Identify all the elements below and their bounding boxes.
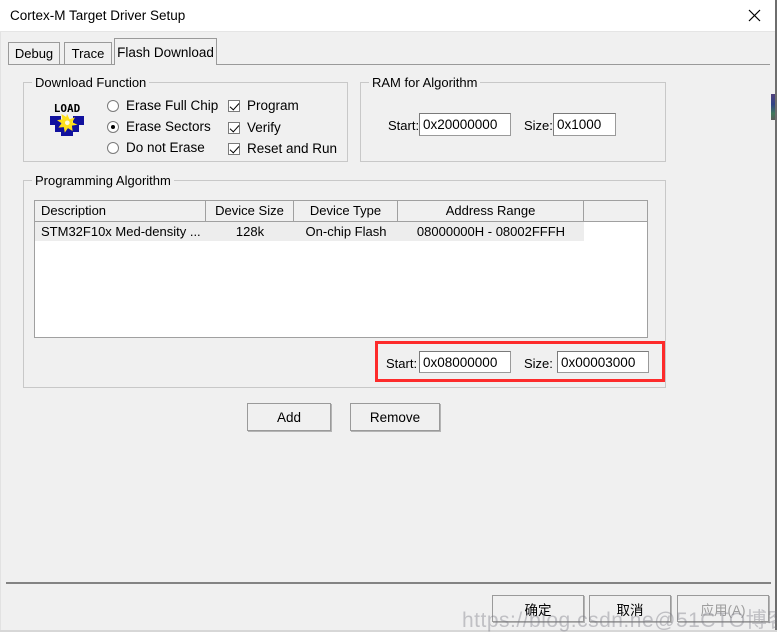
column-header-description[interactable]: Description — [35, 201, 206, 221]
cell-description: STM32F10x Med-density ... — [41, 224, 201, 239]
cancel-button-label: 取消 — [616, 602, 644, 618]
remove-button[interactable]: Remove — [350, 403, 440, 431]
column-header-device-type[interactable]: Device Type — [294, 201, 398, 221]
tab-debug-label: Debug — [14, 46, 54, 61]
download-function-title: Download Function — [32, 75, 150, 90]
add-button[interactable]: Add — [247, 403, 331, 431]
ram-size-label: Size: — [524, 118, 553, 133]
ram-for-algorithm-title: RAM for Algorithm — [369, 75, 481, 90]
checkbox-program-indicator[interactable] — [228, 99, 240, 112]
checkbox-verify[interactable]: Verify — [228, 120, 281, 135]
apply-button-label: 应用(A) — [700, 602, 746, 618]
flash-start-label: Start: — [386, 356, 418, 371]
apply-button: 应用(A) — [677, 595, 769, 622]
title-bar: Cortex-M Target Driver Setup — [0, 0, 777, 32]
window-edge-artifact — [771, 94, 775, 120]
cell-address-range: 08000000H - 08002FFFH — [416, 224, 566, 239]
radio-erase-sectors-indicator[interactable] — [107, 120, 119, 133]
radio-do-not-erase-label: Do not Erase — [126, 140, 205, 155]
radio-do-not-erase[interactable]: Do not Erase — [107, 140, 205, 155]
cancel-button[interactable]: 取消 — [589, 595, 671, 622]
checkbox-reset-and-run[interactable]: Reset and Run — [228, 141, 337, 156]
cell-device-size: 128k — [235, 224, 265, 239]
checkbox-reset-and-run-label: Reset and Run — [247, 141, 338, 156]
radio-erase-sectors[interactable]: Erase Sectors — [107, 119, 211, 134]
column-header-spacer[interactable] — [584, 201, 647, 221]
ok-button-label: 确定 — [524, 602, 552, 618]
flash-start-input[interactable] — [419, 351, 511, 373]
checkbox-verify-indicator[interactable] — [228, 121, 240, 134]
cell-spacer — [584, 222, 647, 241]
flash-size-label: Size: — [524, 356, 553, 371]
window-title: Cortex-M Target Driver Setup — [10, 8, 186, 23]
radio-do-not-erase-indicator[interactable] — [107, 141, 119, 154]
radio-erase-full-chip[interactable]: Erase Full Chip — [107, 98, 218, 113]
close-icon[interactable] — [731, 0, 777, 31]
load-icon: LOAD — [48, 98, 86, 138]
ram-size-input[interactable] — [553, 113, 616, 136]
flash-size-input[interactable] — [557, 351, 649, 373]
footer-separator — [6, 582, 771, 584]
tab-trace[interactable]: Trace — [64, 42, 112, 64]
tab-trace-label: Trace — [71, 46, 105, 61]
remove-button-label: Remove — [369, 409, 421, 425]
table-header-row: Description Device Size Device Type Addr… — [35, 201, 647, 222]
tab-debug[interactable]: Debug — [8, 42, 60, 64]
column-header-device-size[interactable]: Device Size — [206, 201, 294, 221]
table-row[interactable]: STM32F10x Med-density ... 128k On-chip F… — [35, 222, 647, 241]
ram-start-input[interactable] — [419, 113, 511, 136]
programming-algorithm-table[interactable]: Description Device Size Device Type Addr… — [34, 200, 648, 338]
tab-flash-download[interactable]: Flash Download — [114, 38, 217, 65]
checkbox-program-label: Program — [247, 98, 299, 113]
checkbox-program[interactable]: Program — [228, 98, 299, 113]
cortex-m-target-driver-setup-dialog: Cortex-M Target Driver Setup Debug Trace… — [0, 0, 777, 632]
radio-erase-full-chip-label: Erase Full Chip — [126, 98, 219, 113]
ok-button[interactable]: 确定 — [492, 595, 584, 622]
checkbox-verify-label: Verify — [247, 120, 281, 135]
svg-text:LOAD: LOAD — [54, 102, 81, 115]
radio-erase-sectors-label: Erase Sectors — [126, 119, 211, 134]
window-left-border — [0, 32, 1, 632]
cell-device-type: On-chip Flash — [305, 224, 387, 239]
active-tab-underline-cover — [115, 64, 216, 66]
tab-flash-download-label: Flash Download — [117, 44, 214, 60]
programming-algorithm-title: Programming Algorithm — [32, 173, 174, 188]
add-button-label: Add — [276, 409, 302, 425]
checkbox-reset-and-run-indicator[interactable] — [228, 142, 240, 155]
radio-erase-full-chip-indicator[interactable] — [107, 99, 119, 112]
column-header-address-range[interactable]: Address Range — [398, 201, 584, 221]
ram-start-label: Start: — [388, 118, 420, 133]
tab-strip: Debug Trace Flash Download — [8, 38, 770, 66]
